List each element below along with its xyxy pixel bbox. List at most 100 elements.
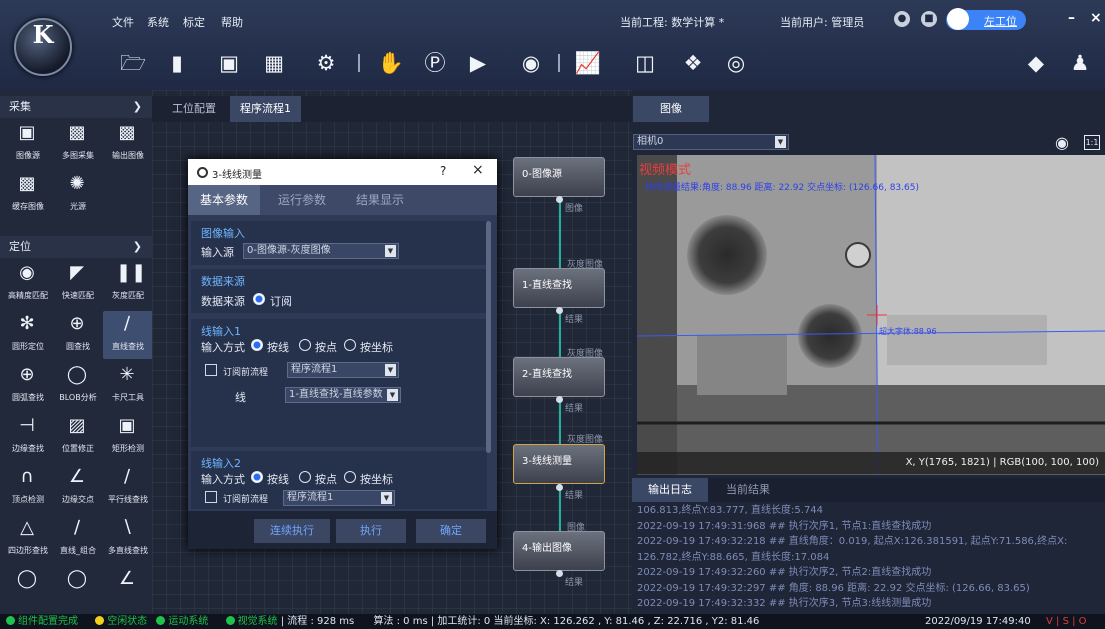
- confirm-button[interactable]: 确定: [416, 519, 486, 543]
- line-select[interactable]: 1-直线查找-直线参数 ▼: [285, 387, 401, 403]
- save-as-icon[interactable]: ▦: [259, 48, 289, 78]
- subscribe-radio[interactable]: [253, 293, 265, 305]
- port[interactable]: [556, 396, 563, 403]
- stop-icon[interactable]: ◉: [516, 48, 546, 78]
- tool-locate-12[interactable]: ∩ 顶点检测: [3, 464, 53, 512]
- tab-basic-params[interactable]: 基本参数: [188, 185, 261, 215]
- input-source-select[interactable]: 0-图像源-灰度图像 ▼: [243, 243, 399, 259]
- tab-result-display[interactable]: 结果显示: [344, 185, 416, 215]
- port[interactable]: [556, 307, 563, 314]
- subscribe-prev-flow-checkbox[interactable]: [205, 491, 217, 503]
- node-line-find-1[interactable]: 1-直线查找: [513, 268, 605, 308]
- node-line-line-measure[interactable]: 3-线线测量: [513, 444, 605, 484]
- mode-by-coord-radio[interactable]: [344, 471, 356, 483]
- user-icon[interactable]: ●: [894, 11, 910, 27]
- tool-locate-4[interactable]: ⊕ 圆查找: [53, 311, 103, 359]
- menu-calibrate[interactable]: 标定: [183, 14, 205, 30]
- tool-locate-9[interactable]: ⊣ 边缘查找: [3, 413, 53, 461]
- tab-image[interactable]: 图像: [633, 96, 709, 122]
- flow-select[interactable]: 程序流程1 ▼: [287, 362, 399, 378]
- camera-image[interactable]: 视频模式 线线测量结果:角度: 88.96 距离: 22.92 交点坐标: (1…: [637, 155, 1105, 475]
- diamond-warning-icon[interactable]: ◆: [1021, 48, 1051, 78]
- continuous-run-button[interactable]: 连续执行: [254, 519, 330, 543]
- menu-file[interactable]: 文件: [112, 14, 134, 30]
- menu-system[interactable]: 系统: [147, 14, 169, 30]
- tool-acquire-1[interactable]: ▩ 多图采集: [53, 120, 103, 168]
- node-output-image[interactable]: 4-输出图像: [513, 531, 605, 571]
- close-button[interactable]: ×: [1090, 10, 1102, 26]
- mode-by-point-radio[interactable]: [299, 339, 311, 351]
- mode-by-point-radio[interactable]: [299, 471, 311, 483]
- tool-locate-18[interactable]: ◯: [3, 566, 53, 614]
- mode-by-line-radio[interactable]: [251, 339, 263, 351]
- station-label[interactable]: 左工位: [984, 13, 1017, 29]
- chart-icon[interactable]: 📈: [573, 48, 603, 78]
- node-line-find-2[interactable]: 2-直线查找: [513, 357, 605, 397]
- dialog-scrollbar[interactable]: [486, 221, 491, 453]
- tool-locate-16[interactable]: ∕ 直线_组合: [53, 515, 103, 563]
- tool-locate-20[interactable]: ∠: [103, 566, 152, 614]
- eye-icon[interactable]: ◉: [1055, 133, 1069, 152]
- log-tabs: 输出日志 当前结果: [632, 478, 1105, 502]
- tool-locate-11[interactable]: ▣ 矩形检测: [103, 413, 152, 461]
- port[interactable]: [556, 196, 563, 203]
- tool-locate-1[interactable]: ◤ 快速匹配: [53, 260, 103, 308]
- new-file-icon[interactable]: ▮: [162, 48, 192, 78]
- tool-locate-7[interactable]: ◯ BLOB分析: [53, 362, 103, 410]
- scale-icon[interactable]: ◫: [630, 48, 660, 78]
- tool-acquire-4[interactable]: ✺ 光源: [53, 171, 103, 219]
- flow-select[interactable]: 程序流程1 ▼: [283, 490, 395, 506]
- tool-locate-19[interactable]: ◯: [53, 566, 103, 614]
- tab-output-log[interactable]: 输出日志: [632, 478, 708, 502]
- group-acquire[interactable]: 采集 ❯: [0, 96, 152, 118]
- component-slot: [887, 315, 1047, 365]
- tab-station-config[interactable]: 工位配置: [162, 96, 226, 122]
- tool-locate-17[interactable]: ∖ 多直线查找: [103, 515, 152, 563]
- port[interactable]: [556, 484, 563, 491]
- tool-locate-5[interactable]: ∕ 直线查找: [103, 311, 152, 359]
- folder-open-icon[interactable]: 🗁: [118, 48, 148, 78]
- tab-current-result[interactable]: 当前结果: [710, 478, 786, 502]
- toggle-knob[interactable]: [947, 8, 969, 30]
- left-edge: [637, 155, 677, 475]
- tool-locate-0[interactable]: ◉ 高精度匹配: [3, 260, 53, 308]
- tab-run-params[interactable]: 运行参数: [266, 185, 338, 215]
- lock-icon[interactable]: ■: [921, 11, 937, 27]
- tool-acquire-3[interactable]: ▩ 缓存图像: [3, 171, 53, 219]
- node-image-source[interactable]: 0-图像源: [513, 157, 605, 197]
- help-button[interactable]: ?: [440, 164, 446, 178]
- subscribe-prev-flow-checkbox[interactable]: [205, 364, 217, 376]
- minimize-button[interactable]: –: [1068, 10, 1075, 26]
- menu-help[interactable]: 帮助: [221, 14, 243, 30]
- dialog-close-button[interactable]: ×: [472, 162, 484, 178]
- settings-gear-icon[interactable]: ⚙: [311, 48, 341, 78]
- execute-button[interactable]: 执行: [336, 519, 406, 543]
- tool-locate-8[interactable]: ✳ 卡尺工具: [103, 362, 152, 410]
- tool-locate-10[interactable]: ▨ 位置修正: [53, 413, 103, 461]
- tool-locate-2[interactable]: ❚❚ 灰度匹配: [103, 260, 152, 308]
- camera-select[interactable]: 相机0 ▼: [633, 134, 789, 150]
- 3d-cube-icon[interactable]: ❖: [678, 48, 708, 78]
- tool-locate-14[interactable]: ∕ 平行线查找: [103, 464, 152, 512]
- port[interactable]: [556, 570, 563, 577]
- play-icon[interactable]: ▶: [463, 48, 493, 78]
- user-admin-icon[interactable]: ♟: [1065, 48, 1095, 78]
- tool-locate-3[interactable]: ✻ 圆形定位: [3, 311, 53, 359]
- group-locate[interactable]: 定位 ❯: [0, 236, 152, 258]
- dialog-titlebar[interactable]: 3-线线测量 ? ×: [188, 159, 497, 185]
- save-icon[interactable]: ▣: [214, 48, 244, 78]
- mode-by-line-radio[interactable]: [251, 471, 263, 483]
- tool-acquire-0[interactable]: ▣ 图像源: [3, 120, 53, 168]
- p-circle-icon[interactable]: Ⓟ: [420, 48, 450, 78]
- camera-icon[interactable]: ◎: [721, 48, 751, 78]
- mode-by-coord-radio[interactable]: [344, 339, 356, 351]
- actual-size-icon[interactable]: 1:1: [1084, 135, 1100, 150]
- tool-locate-15[interactable]: △ 四边形查找: [3, 515, 53, 563]
- tool-locate-6[interactable]: ⊕ 圆弧查找: [3, 362, 53, 410]
- tool-acquire-2[interactable]: ▩ 输出图像: [103, 120, 153, 168]
- chevron-down-icon[interactable]: ❯: [133, 236, 142, 258]
- tab-program-flow-1[interactable]: 程序流程1: [230, 96, 301, 122]
- tool-locate-13[interactable]: ∠ 边缘交点: [53, 464, 103, 512]
- hand-tool-icon[interactable]: ✋: [376, 48, 406, 78]
- chevron-down-icon[interactable]: ❯: [133, 96, 142, 118]
